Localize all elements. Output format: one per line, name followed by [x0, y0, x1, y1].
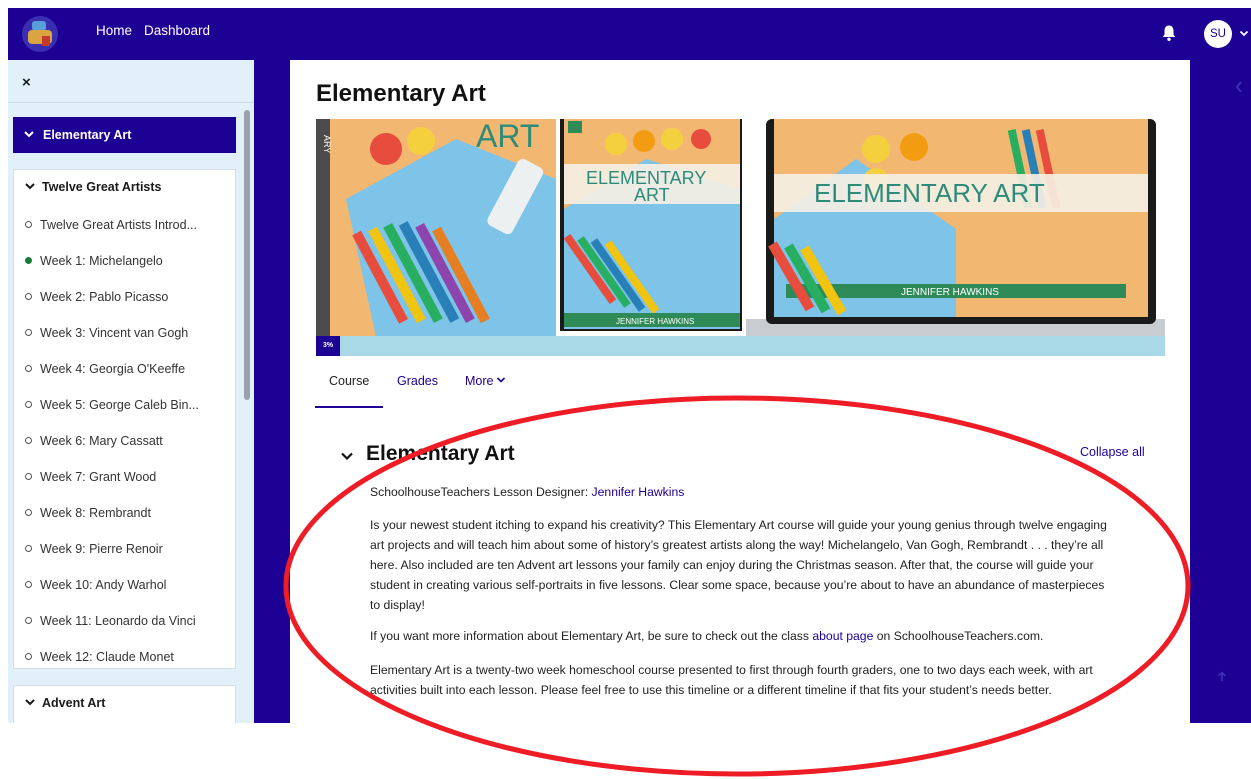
incomplete-dot-icon [25, 437, 32, 444]
drawer-item-label: Week 8: Rembrandt [40, 506, 151, 520]
designer-link[interactable]: Jennifer Hawkins [592, 485, 685, 499]
book-author: JENNIFER HAWKINS [616, 317, 694, 326]
chevron-down-icon [497, 377, 506, 383]
drawer-section-header[interactable]: Twelve Great Artists [24, 180, 162, 194]
nav-home-link[interactable]: Home [96, 23, 132, 38]
drawer-item[interactable]: Week 4: Georgia O'Keeffe [25, 362, 185, 382]
book-spine-text: ARY [322, 135, 332, 153]
tab-grades[interactable]: Grades [397, 374, 438, 388]
chevron-down-icon[interactable] [340, 449, 354, 463]
section-title: Elementary Art [366, 442, 515, 465]
book-title-line2: ART [634, 185, 670, 205]
tab-course[interactable]: Course [329, 374, 369, 388]
drawer-item-label: Week 7: Grant Wood [40, 470, 157, 484]
incomplete-dot-icon [25, 473, 32, 480]
incomplete-dot-icon [25, 365, 32, 372]
course-progress-bar: 3% [316, 336, 1165, 356]
laptop-author: JENNIFER HAWKINS [901, 287, 999, 298]
drawer-item[interactable]: Twelve Great Artists Introd... [25, 218, 197, 238]
top-navbar: Home Dashboard SU [8, 8, 1251, 60]
more-info-paragraph: If you want more information about Eleme… [370, 626, 1112, 646]
drawer-item-label: Week 1: Michelangelo [40, 254, 163, 268]
drawer-item[interactable]: Week 11: Leonardo da Vinci [25, 614, 196, 634]
drawer-item-label: Week 12: Claude Monet [40, 650, 174, 664]
incomplete-dot-icon [25, 617, 32, 624]
drawer-item[interactable]: Week 12: Claude Monet [25, 650, 174, 670]
drawer-course-heading[interactable]: Elementary Art [13, 117, 236, 153]
incomplete-dot-icon [25, 401, 32, 408]
drawer-item-label: Week 5: George Caleb Bin... [40, 398, 199, 412]
incomplete-dot-icon [25, 293, 32, 300]
tab-more-label: More [465, 374, 494, 388]
incomplete-dot-icon [25, 221, 32, 228]
drawer-item-label: Week 10: Andy Warhol [40, 578, 167, 592]
drawer-item[interactable]: Week 2: Pablo Picasso [25, 290, 168, 310]
chevron-down-icon [24, 131, 34, 138]
completed-dot-icon [25, 257, 32, 264]
chevron-down-icon [25, 699, 35, 706]
collapse-all-link[interactable]: Collapse all [1080, 445, 1145, 459]
drawer-section-title: Twelve Great Artists [42, 180, 162, 194]
nav-dashboard-link[interactable]: Dashboard [144, 23, 210, 38]
incomplete-dot-icon [25, 329, 32, 336]
more-info-prefix: If you want more information about Eleme… [370, 629, 813, 643]
course-schedule-paragraph: Elementary Art is a twenty-two week home… [370, 663, 1093, 697]
designer-prefix: SchoolhouseTeachers Lesson Designer: [370, 485, 592, 499]
drawer-scrollbar[interactable] [244, 110, 250, 400]
drawer-item-label: Week 9: Pierre Renoir [40, 542, 163, 556]
arrow-up-icon[interactable] [1216, 671, 1228, 683]
drawer-item[interactable]: Week 7: Grant Wood [25, 470, 156, 490]
drawer-item-label: Week 11: Leonardo da Vinci [40, 614, 196, 628]
incomplete-dot-icon [25, 545, 32, 552]
tab-more[interactable]: More [465, 374, 506, 388]
drawer-section-title: Advent Art [42, 696, 106, 710]
drawer-item[interactable]: Week 1: Michelangelo [25, 254, 163, 274]
designer-credit: SchoolhouseTeachers Lesson Designer: Jen… [370, 482, 1112, 502]
chevron-down-icon[interactable] [1238, 27, 1250, 39]
drawer-section-advent-art: Advent Art [13, 685, 236, 723]
about-page-link[interactable]: about page [812, 629, 873, 643]
drawer-section-header[interactable]: Advent Art [24, 696, 105, 710]
drawer-item[interactable]: Week 6: Mary Cassatt [25, 434, 163, 454]
drawer-section-twelve-great-artists: Twelve Great Artists Twelve Great Artist… [13, 169, 236, 669]
site-logo[interactable] [22, 16, 58, 52]
page-title: Elementary Art [316, 80, 486, 107]
drawer-item[interactable]: Week 8: Rembrandt [25, 506, 151, 526]
course-index-drawer: × Elementary Art Twelve Great Artists Tw… [8, 60, 254, 723]
drawer-item-label: Twelve Great Artists Introd... [40, 218, 198, 232]
user-avatar[interactable]: SU [1204, 20, 1232, 48]
drawer-item[interactable]: Week 9: Pierre Renoir [25, 542, 163, 562]
incomplete-dot-icon [25, 581, 32, 588]
drawer-item-label: Week 3: Vincent van Gogh [40, 326, 189, 340]
drawer-divider [8, 102, 254, 103]
drawer-item[interactable]: Week 10: Andy Warhol [25, 578, 166, 598]
drawer-item-label: Week 2: Pablo Picasso [40, 290, 169, 304]
course-banner-illustration: ART ARY ELEMENTARY ART JENNIFER HAWKINS [316, 119, 1165, 337]
left-gutter [254, 60, 290, 723]
right-drawer-bar [1190, 60, 1251, 723]
drawer-course-title: Elementary Art [43, 128, 132, 142]
active-tab-indicator [315, 406, 383, 408]
main-content: Elementary Art ART ARY ELEMENTARY ART JE… [290, 60, 1190, 723]
close-icon[interactable]: × [22, 74, 31, 91]
drawer-item[interactable]: Week 3: Vincent van Gogh [25, 326, 188, 346]
progress-label: 3% [322, 342, 334, 349]
progress-fill: 3% [316, 336, 340, 356]
incomplete-dot-icon [25, 509, 32, 516]
drawer-item[interactable]: Week 5: George Caleb Bin... [25, 398, 199, 418]
chevron-left-icon[interactable] [1234, 80, 1244, 94]
laptop-title: ELEMENTARY ART [814, 178, 1045, 208]
bottom-margin [0, 723, 1251, 779]
incomplete-dot-icon [25, 653, 32, 660]
drawer-item-label: Week 6: Mary Cassatt [40, 434, 163, 448]
more-info-suffix: on SchoolhouseTeachers.com. [873, 629, 1044, 643]
book-top-text: ART [476, 119, 539, 154]
course-banner-image: ART ARY ELEMENTARY ART JENNIFER HAWKINS [316, 119, 1165, 337]
drawer-item-label: Week 4: Georgia O'Keeffe [40, 362, 186, 376]
chevron-down-icon [25, 183, 35, 190]
course-description: Is your newest student itching to expand… [370, 518, 1107, 612]
bell-icon[interactable] [1161, 24, 1177, 42]
